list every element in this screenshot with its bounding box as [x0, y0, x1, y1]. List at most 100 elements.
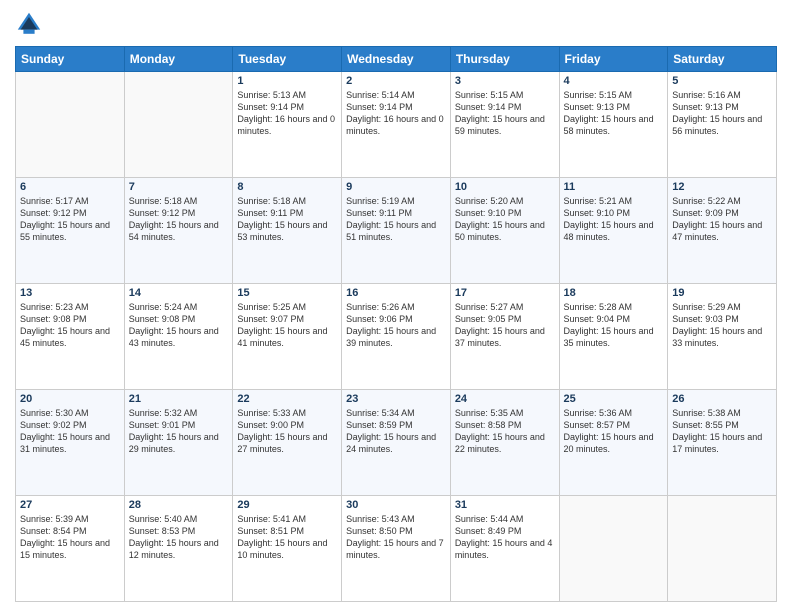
- day-number: 6: [20, 181, 120, 193]
- cell-info: Sunrise: 5:24 AMSunset: 9:08 PMDaylight:…: [129, 301, 229, 350]
- calendar-cell: 31 Sunrise: 5:44 AMSunset: 8:49 PMDayligh…: [450, 496, 559, 602]
- calendar-cell: 20 Sunrise: 5:30 AMSunset: 9:02 PMDayligh…: [16, 390, 125, 496]
- day-number: 15: [237, 287, 337, 299]
- cell-info: Sunrise: 5:33 AMSunset: 9:00 PMDaylight:…: [237, 407, 337, 456]
- day-number: 9: [346, 181, 446, 193]
- cell-info: Sunrise: 5:39 AMSunset: 8:54 PMDaylight:…: [20, 513, 120, 562]
- cell-info: Sunrise: 5:14 AMSunset: 9:14 PMDaylight:…: [346, 89, 446, 138]
- day-number: 24: [455, 393, 555, 405]
- day-number: 18: [564, 287, 664, 299]
- day-number: 11: [564, 181, 664, 193]
- col-header-sunday: Sunday: [16, 47, 125, 72]
- calendar-cell: 30 Sunrise: 5:43 AMSunset: 8:50 PMDayligh…: [342, 496, 451, 602]
- day-number: 29: [237, 499, 337, 511]
- day-number: 19: [672, 287, 772, 299]
- calendar-cell: 2 Sunrise: 5:14 AMSunset: 9:14 PMDaylight…: [342, 72, 451, 178]
- cell-info: Sunrise: 5:40 AMSunset: 8:53 PMDaylight:…: [129, 513, 229, 562]
- day-number: 26: [672, 393, 772, 405]
- calendar-cell: 16 Sunrise: 5:26 AMSunset: 9:06 PMDayligh…: [342, 284, 451, 390]
- calendar-cell: 6Sunrise: 5:17 AMSunset: 9:12 PMDaylight…: [16, 178, 125, 284]
- day-number: 10: [455, 181, 555, 193]
- calendar-cell: 19 Sunrise: 5:29 AMSunset: 9:03 PMDayligh…: [668, 284, 777, 390]
- calendar-cell: 10 Sunrise: 5:20 AMSunset: 9:10 PMDayligh…: [450, 178, 559, 284]
- header: [15, 10, 777, 38]
- calendar-cell: 21 Sunrise: 5:32 AMSunset: 9:01 PMDayligh…: [124, 390, 233, 496]
- cell-info: Sunrise: 5:23 AMSunset: 9:08 PMDaylight:…: [20, 301, 120, 350]
- calendar-header-row: SundayMondayTuesdayWednesdayThursdayFrid…: [16, 47, 777, 72]
- cell-info: Sunrise: 5:25 AMSunset: 9:07 PMDaylight:…: [237, 301, 337, 350]
- cell-info: Sunrise: 5:18 AMSunset: 9:12 PMDaylight:…: [129, 195, 229, 244]
- cell-info: Sunrise: 5:20 AMSunset: 9:10 PMDaylight:…: [455, 195, 555, 244]
- calendar-cell: 15 Sunrise: 5:25 AMSunset: 9:07 PMDayligh…: [233, 284, 342, 390]
- calendar-cell: [16, 72, 125, 178]
- cell-info: Sunrise: 5:29 AMSunset: 9:03 PMDaylight:…: [672, 301, 772, 350]
- cell-info: Sunrise: 5:22 AMSunset: 9:09 PMDaylight:…: [672, 195, 772, 244]
- cell-info: Sunrise: 5:44 AMSunset: 8:49 PMDaylight:…: [455, 513, 555, 562]
- cell-info: Sunrise: 5:30 AMSunset: 9:02 PMDaylight:…: [20, 407, 120, 456]
- calendar-cell: 28 Sunrise: 5:40 AMSunset: 8:53 PMDayligh…: [124, 496, 233, 602]
- day-number: 25: [564, 393, 664, 405]
- day-number: 2: [346, 75, 446, 87]
- col-header-monday: Monday: [124, 47, 233, 72]
- col-header-thursday: Thursday: [450, 47, 559, 72]
- cell-info: Sunrise: 5:18 AMSunset: 9:11 PMDaylight:…: [237, 195, 337, 244]
- cell-info: Sunrise: 5:32 AMSunset: 9:01 PMDaylight:…: [129, 407, 229, 456]
- day-number: 1: [237, 75, 337, 87]
- day-number: 27: [20, 499, 120, 511]
- calendar-cell: [559, 496, 668, 602]
- day-number: 8: [237, 181, 337, 193]
- calendar-cell: 29 Sunrise: 5:41 AMSunset: 8:51 PMDayligh…: [233, 496, 342, 602]
- day-number: 14: [129, 287, 229, 299]
- cell-info: Sunrise: 5:28 AMSunset: 9:04 PMDaylight:…: [564, 301, 664, 350]
- calendar-week-row: 1Sunrise: 5:13 AMSunset: 9:14 PMDaylight…: [16, 72, 777, 178]
- cell-info: Sunrise: 5:15 AMSunset: 9:13 PMDaylight:…: [564, 89, 664, 138]
- calendar-cell: 7Sunrise: 5:18 AMSunset: 9:12 PMDaylight…: [124, 178, 233, 284]
- day-number: 21: [129, 393, 229, 405]
- col-header-wednesday: Wednesday: [342, 47, 451, 72]
- cell-info: Sunrise: 5:41 AMSunset: 8:51 PMDaylight:…: [237, 513, 337, 562]
- cell-info: Sunrise: 5:21 AMSunset: 9:10 PMDaylight:…: [564, 195, 664, 244]
- calendar-week-row: 27 Sunrise: 5:39 AMSunset: 8:54 PMDayligh…: [16, 496, 777, 602]
- calendar-cell: 23Sunrise: 5:34 AMSunset: 8:59 PMDayligh…: [342, 390, 451, 496]
- calendar-cell: 13 Sunrise: 5:23 AMSunset: 9:08 PMDayligh…: [16, 284, 125, 390]
- col-header-friday: Friday: [559, 47, 668, 72]
- calendar-cell: [668, 496, 777, 602]
- logo: [15, 10, 45, 38]
- logo-icon: [15, 10, 43, 38]
- day-number: 30: [346, 499, 446, 511]
- col-header-saturday: Saturday: [668, 47, 777, 72]
- calendar-week-row: 6Sunrise: 5:17 AMSunset: 9:12 PMDaylight…: [16, 178, 777, 284]
- page: SundayMondayTuesdayWednesdayThursdayFrid…: [0, 0, 792, 612]
- calendar-cell: 14 Sunrise: 5:24 AMSunset: 9:08 PMDayligh…: [124, 284, 233, 390]
- calendar-cell: 8 Sunrise: 5:18 AMSunset: 9:11 PMDaylight…: [233, 178, 342, 284]
- calendar-cell: 27 Sunrise: 5:39 AMSunset: 8:54 PMDayligh…: [16, 496, 125, 602]
- cell-info: Sunrise: 5:26 AMSunset: 9:06 PMDaylight:…: [346, 301, 446, 350]
- cell-info: Sunrise: 5:43 AMSunset: 8:50 PMDaylight:…: [346, 513, 446, 562]
- cell-info: Sunrise: 5:15 AMSunset: 9:14 PMDaylight:…: [455, 89, 555, 138]
- col-header-tuesday: Tuesday: [233, 47, 342, 72]
- day-number: 3: [455, 75, 555, 87]
- calendar-cell: [124, 72, 233, 178]
- calendar-cell: 26 Sunrise: 5:38 AMSunset: 8:55 PMDayligh…: [668, 390, 777, 496]
- calendar-cell: 4 Sunrise: 5:15 AMSunset: 9:13 PMDaylight…: [559, 72, 668, 178]
- day-number: 4: [564, 75, 664, 87]
- cell-info: Sunrise: 5:38 AMSunset: 8:55 PMDaylight:…: [672, 407, 772, 456]
- cell-info: Sunrise: 5:27 AMSunset: 9:05 PMDaylight:…: [455, 301, 555, 350]
- day-number: 20: [20, 393, 120, 405]
- calendar-cell: 3 Sunrise: 5:15 AMSunset: 9:14 PMDaylight…: [450, 72, 559, 178]
- calendar-cell: 24 Sunrise: 5:35 AMSunset: 8:58 PMDayligh…: [450, 390, 559, 496]
- calendar-cell: 9 Sunrise: 5:19 AMSunset: 9:11 PMDaylight…: [342, 178, 451, 284]
- day-number: 16: [346, 287, 446, 299]
- cell-info: Sunrise: 5:19 AMSunset: 9:11 PMDaylight:…: [346, 195, 446, 244]
- day-number: 5: [672, 75, 772, 87]
- day-number: 28: [129, 499, 229, 511]
- calendar-cell: 18 Sunrise: 5:28 AMSunset: 9:04 PMDayligh…: [559, 284, 668, 390]
- calendar-table: SundayMondayTuesdayWednesdayThursdayFrid…: [15, 46, 777, 602]
- cell-info: Sunrise: 5:35 AMSunset: 8:58 PMDaylight:…: [455, 407, 555, 456]
- calendar-cell: 11 Sunrise: 5:21 AMSunset: 9:10 PMDayligh…: [559, 178, 668, 284]
- calendar-cell: 1Sunrise: 5:13 AMSunset: 9:14 PMDaylight…: [233, 72, 342, 178]
- day-number: 31: [455, 499, 555, 511]
- day-number: 17: [455, 287, 555, 299]
- day-number: 13: [20, 287, 120, 299]
- day-number: 23: [346, 393, 446, 405]
